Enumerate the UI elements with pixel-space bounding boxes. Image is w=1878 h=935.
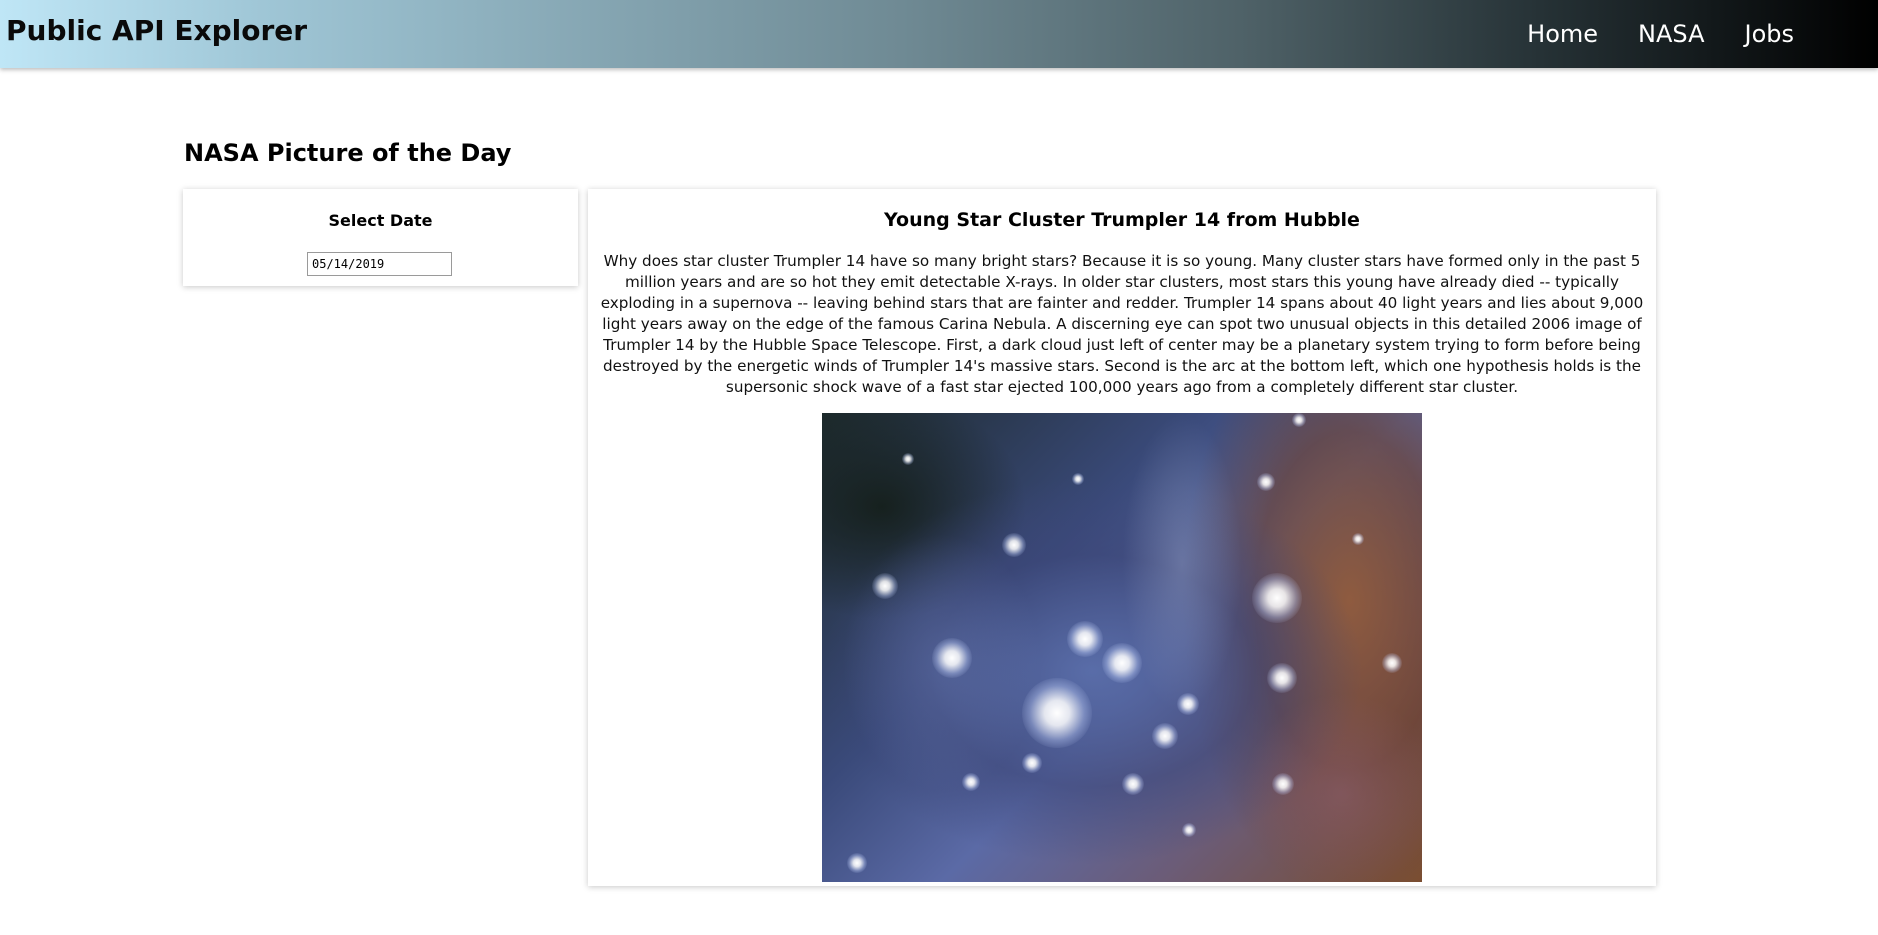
star	[932, 638, 972, 678]
apod-title: Young Star Cluster Trumpler 14 from Hubb…	[884, 209, 1360, 231]
nav-link-home[interactable]: Home	[1527, 20, 1598, 48]
star	[847, 853, 867, 873]
star	[1067, 621, 1103, 657]
star	[1072, 473, 1084, 485]
star	[1122, 773, 1144, 795]
star	[1272, 773, 1294, 795]
star	[1267, 663, 1297, 693]
star	[902, 453, 914, 465]
date-input[interactable]: 05/14/2019	[307, 252, 452, 276]
star	[962, 773, 980, 791]
nav-links: Home NASA Jobs	[1527, 0, 1878, 68]
nebula-dust	[1242, 693, 1422, 882]
apod-description: Why does star cluster Trumpler 14 have s…	[600, 252, 1644, 396]
brand-title[interactable]: Public API Explorer	[6, 14, 307, 47]
image-credit-watermark	[1412, 872, 1414, 878]
page-title: NASA Picture of the Day	[184, 139, 512, 167]
star	[1022, 753, 1042, 773]
nav-link-jobs[interactable]: Jobs	[1745, 20, 1795, 48]
star	[1382, 653, 1402, 673]
star	[1152, 723, 1178, 749]
star	[1022, 678, 1092, 748]
date-selector-card: Select Date 05/14/2019	[183, 189, 578, 286]
nav-link-nasa[interactable]: NASA	[1638, 20, 1704, 48]
select-date-label: Select Date	[328, 211, 433, 230]
apod-image	[822, 413, 1422, 882]
star	[1292, 413, 1306, 427]
star	[1252, 573, 1302, 623]
star	[1182, 823, 1196, 837]
top-navbar: Public API Explorer Home NASA Jobs	[0, 0, 1878, 68]
star	[1257, 473, 1275, 491]
star	[1102, 643, 1142, 683]
star	[1177, 693, 1199, 715]
apod-card: Young Star Cluster Trumpler 14 from Hubb…	[588, 189, 1656, 886]
star	[1002, 533, 1026, 557]
star	[872, 573, 898, 599]
star	[1352, 533, 1364, 545]
